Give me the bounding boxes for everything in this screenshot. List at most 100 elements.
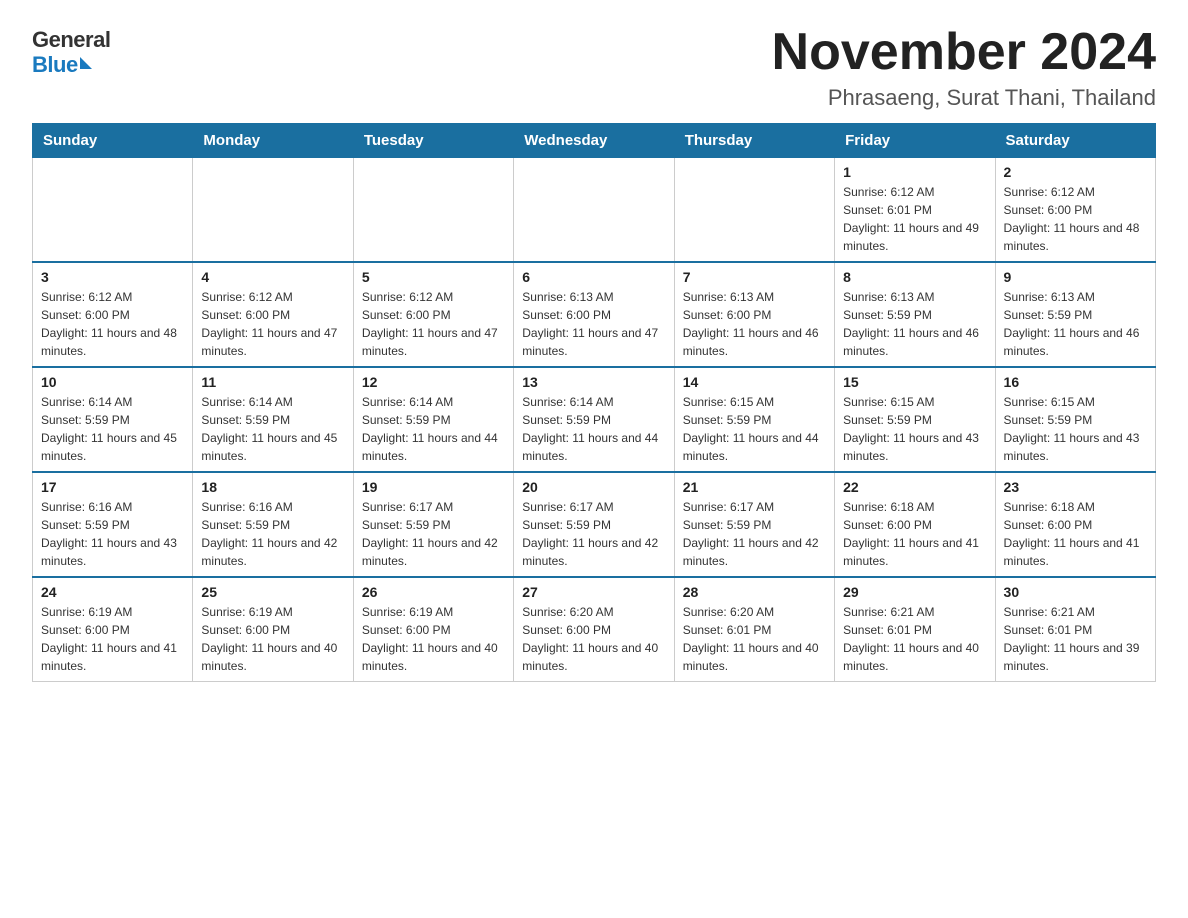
day-info: Sunrise: 6:14 AMSunset: 5:59 PMDaylight:… xyxy=(362,393,505,465)
calendar-day-cell: 10 Sunrise: 6:14 AMSunset: 5:59 PMDayligh… xyxy=(33,367,193,472)
calendar-week-row: 1 Sunrise: 6:12 AMSunset: 6:01 PMDaylight… xyxy=(33,158,1156,263)
calendar-day-cell xyxy=(33,158,193,263)
day-info: Sunrise: 6:16 AMSunset: 5:59 PMDaylight:… xyxy=(41,498,184,570)
calendar-week-row: 24 Sunrise: 6:19 AMSunset: 6:00 PMDayligh… xyxy=(33,577,1156,682)
day-info: Sunrise: 6:12 AMSunset: 6:00 PMDaylight:… xyxy=(1004,183,1147,255)
logo-general-text: General xyxy=(32,28,110,52)
calendar-day-cell: 20 Sunrise: 6:17 AMSunset: 5:59 PMDayligh… xyxy=(514,472,674,577)
calendar-weekday-header: Wednesday xyxy=(514,124,674,158)
day-number: 9 xyxy=(1004,269,1147,285)
day-info: Sunrise: 6:19 AMSunset: 6:00 PMDaylight:… xyxy=(362,603,505,675)
day-number: 25 xyxy=(201,584,344,600)
calendar-day-cell: 18 Sunrise: 6:16 AMSunset: 5:59 PMDayligh… xyxy=(193,472,353,577)
day-number: 29 xyxy=(843,584,986,600)
calendar-day-cell: 22 Sunrise: 6:18 AMSunset: 6:00 PMDayligh… xyxy=(835,472,995,577)
calendar-day-cell: 6Sunrise: 6:13 AMSunset: 6:00 PMDaylight… xyxy=(514,262,674,367)
calendar-day-cell: 29 Sunrise: 6:21 AMSunset: 6:01 PMDayligh… xyxy=(835,577,995,682)
day-info: Sunrise: 6:12 AMSunset: 6:00 PMDaylight:… xyxy=(362,288,505,360)
day-number: 22 xyxy=(843,479,986,495)
day-info: Sunrise: 6:14 AMSunset: 5:59 PMDaylight:… xyxy=(522,393,665,465)
logo: General Blue xyxy=(32,28,110,78)
calendar-day-cell: 28 Sunrise: 6:20 AMSunset: 6:01 PMDayligh… xyxy=(674,577,834,682)
day-number: 26 xyxy=(362,584,505,600)
day-info: Sunrise: 6:17 AMSunset: 5:59 PMDaylight:… xyxy=(362,498,505,570)
day-number: 17 xyxy=(41,479,184,495)
day-number: 19 xyxy=(362,479,505,495)
calendar-day-cell: 30Sunrise: 6:21 AMSunset: 6:01 PMDayligh… xyxy=(995,577,1155,682)
day-number: 14 xyxy=(683,374,826,390)
calendar-weekday-header: Saturday xyxy=(995,124,1155,158)
day-info: Sunrise: 6:13 AMSunset: 6:00 PMDaylight:… xyxy=(522,288,665,360)
calendar-day-cell xyxy=(514,158,674,263)
day-number: 10 xyxy=(41,374,184,390)
day-number: 23 xyxy=(1004,479,1147,495)
calendar-day-cell xyxy=(674,158,834,263)
day-info: Sunrise: 6:18 AMSunset: 6:00 PMDaylight:… xyxy=(1004,498,1147,570)
calendar-day-cell: 15 Sunrise: 6:15 AMSunset: 5:59 PMDayligh… xyxy=(835,367,995,472)
day-number: 24 xyxy=(41,584,184,600)
day-number: 16 xyxy=(1004,374,1147,390)
calendar-week-row: 17 Sunrise: 6:16 AMSunset: 5:59 PMDayligh… xyxy=(33,472,1156,577)
day-info: Sunrise: 6:17 AMSunset: 5:59 PMDaylight:… xyxy=(522,498,665,570)
calendar-day-cell: 14Sunrise: 6:15 AMSunset: 5:59 PMDayligh… xyxy=(674,367,834,472)
day-number: 5 xyxy=(362,269,505,285)
calendar-day-cell: 13 Sunrise: 6:14 AMSunset: 5:59 PMDayligh… xyxy=(514,367,674,472)
day-number: 3 xyxy=(41,269,184,285)
calendar-table: SundayMondayTuesdayWednesdayThursdayFrid… xyxy=(32,123,1156,682)
day-info: Sunrise: 6:19 AMSunset: 6:00 PMDaylight:… xyxy=(201,603,344,675)
day-info: Sunrise: 6:15 AMSunset: 5:59 PMDaylight:… xyxy=(1004,393,1147,465)
calendar-day-cell: 19 Sunrise: 6:17 AMSunset: 5:59 PMDayligh… xyxy=(353,472,513,577)
day-number: 2 xyxy=(1004,164,1147,180)
calendar-week-row: 10 Sunrise: 6:14 AMSunset: 5:59 PMDayligh… xyxy=(33,367,1156,472)
day-info: Sunrise: 6:14 AMSunset: 5:59 PMDaylight:… xyxy=(201,393,344,465)
calendar-weekday-header: Friday xyxy=(835,124,995,158)
calendar-day-cell: 23 Sunrise: 6:18 AMSunset: 6:00 PMDayligh… xyxy=(995,472,1155,577)
day-info: Sunrise: 6:19 AMSunset: 6:00 PMDaylight:… xyxy=(41,603,184,675)
calendar-day-cell: 25 Sunrise: 6:19 AMSunset: 6:00 PMDayligh… xyxy=(193,577,353,682)
logo-triangle-icon xyxy=(80,57,92,69)
calendar-day-cell: 16 Sunrise: 6:15 AMSunset: 5:59 PMDayligh… xyxy=(995,367,1155,472)
calendar-day-cell: 8 Sunrise: 6:13 AMSunset: 5:59 PMDaylight… xyxy=(835,262,995,367)
day-info: Sunrise: 6:13 AMSunset: 5:59 PMDaylight:… xyxy=(843,288,986,360)
calendar-day-cell: 5 Sunrise: 6:12 AMSunset: 6:00 PMDaylight… xyxy=(353,262,513,367)
calendar-day-cell: 21Sunrise: 6:17 AMSunset: 5:59 PMDayligh… xyxy=(674,472,834,577)
calendar-day-cell: 11 Sunrise: 6:14 AMSunset: 5:59 PMDayligh… xyxy=(193,367,353,472)
calendar-day-cell xyxy=(193,158,353,263)
day-number: 8 xyxy=(843,269,986,285)
day-number: 12 xyxy=(362,374,505,390)
calendar-weekday-header: Thursday xyxy=(674,124,834,158)
day-info: Sunrise: 6:12 AMSunset: 6:01 PMDaylight:… xyxy=(843,183,986,255)
day-number: 20 xyxy=(522,479,665,495)
day-number: 1 xyxy=(843,164,986,180)
logo-blue-text: Blue xyxy=(32,52,78,78)
day-info: Sunrise: 6:16 AMSunset: 5:59 PMDaylight:… xyxy=(201,498,344,570)
day-info: Sunrise: 6:12 AMSunset: 6:00 PMDaylight:… xyxy=(41,288,184,360)
day-info: Sunrise: 6:18 AMSunset: 6:00 PMDaylight:… xyxy=(843,498,986,570)
calendar-day-cell: 4Sunrise: 6:12 AMSunset: 6:00 PMDaylight… xyxy=(193,262,353,367)
calendar-day-cell: 2 Sunrise: 6:12 AMSunset: 6:00 PMDaylight… xyxy=(995,158,1155,263)
day-info: Sunrise: 6:13 AMSunset: 5:59 PMDaylight:… xyxy=(1004,288,1147,360)
calendar-week-row: 3 Sunrise: 6:12 AMSunset: 6:00 PMDaylight… xyxy=(33,262,1156,367)
day-info: Sunrise: 6:20 AMSunset: 6:01 PMDaylight:… xyxy=(683,603,826,675)
day-number: 18 xyxy=(201,479,344,495)
day-info: Sunrise: 6:15 AMSunset: 5:59 PMDaylight:… xyxy=(843,393,986,465)
calendar-day-cell: 12 Sunrise: 6:14 AMSunset: 5:59 PMDayligh… xyxy=(353,367,513,472)
calendar-day-cell: 3 Sunrise: 6:12 AMSunset: 6:00 PMDaylight… xyxy=(33,262,193,367)
title-block: November 2024 Phrasaeng, Surat Thani, Th… xyxy=(772,24,1156,111)
day-number: 13 xyxy=(522,374,665,390)
day-number: 11 xyxy=(201,374,344,390)
calendar-day-cell: 26 Sunrise: 6:19 AMSunset: 6:00 PMDayligh… xyxy=(353,577,513,682)
day-number: 27 xyxy=(522,584,665,600)
day-number: 15 xyxy=(843,374,986,390)
day-info: Sunrise: 6:21 AMSunset: 6:01 PMDaylight:… xyxy=(1004,603,1147,675)
day-info: Sunrise: 6:21 AMSunset: 6:01 PMDaylight:… xyxy=(843,603,986,675)
calendar-subtitle: Phrasaeng, Surat Thani, Thailand xyxy=(772,85,1156,111)
day-info: Sunrise: 6:14 AMSunset: 5:59 PMDaylight:… xyxy=(41,393,184,465)
calendar-weekday-header: Tuesday xyxy=(353,124,513,158)
calendar-day-cell: 27Sunrise: 6:20 AMSunset: 6:00 PMDayligh… xyxy=(514,577,674,682)
calendar-day-cell xyxy=(353,158,513,263)
calendar-weekday-header: Sunday xyxy=(33,124,193,158)
calendar-day-cell: 7Sunrise: 6:13 AMSunset: 6:00 PMDaylight… xyxy=(674,262,834,367)
day-info: Sunrise: 6:13 AMSunset: 6:00 PMDaylight:… xyxy=(683,288,826,360)
day-number: 28 xyxy=(683,584,826,600)
